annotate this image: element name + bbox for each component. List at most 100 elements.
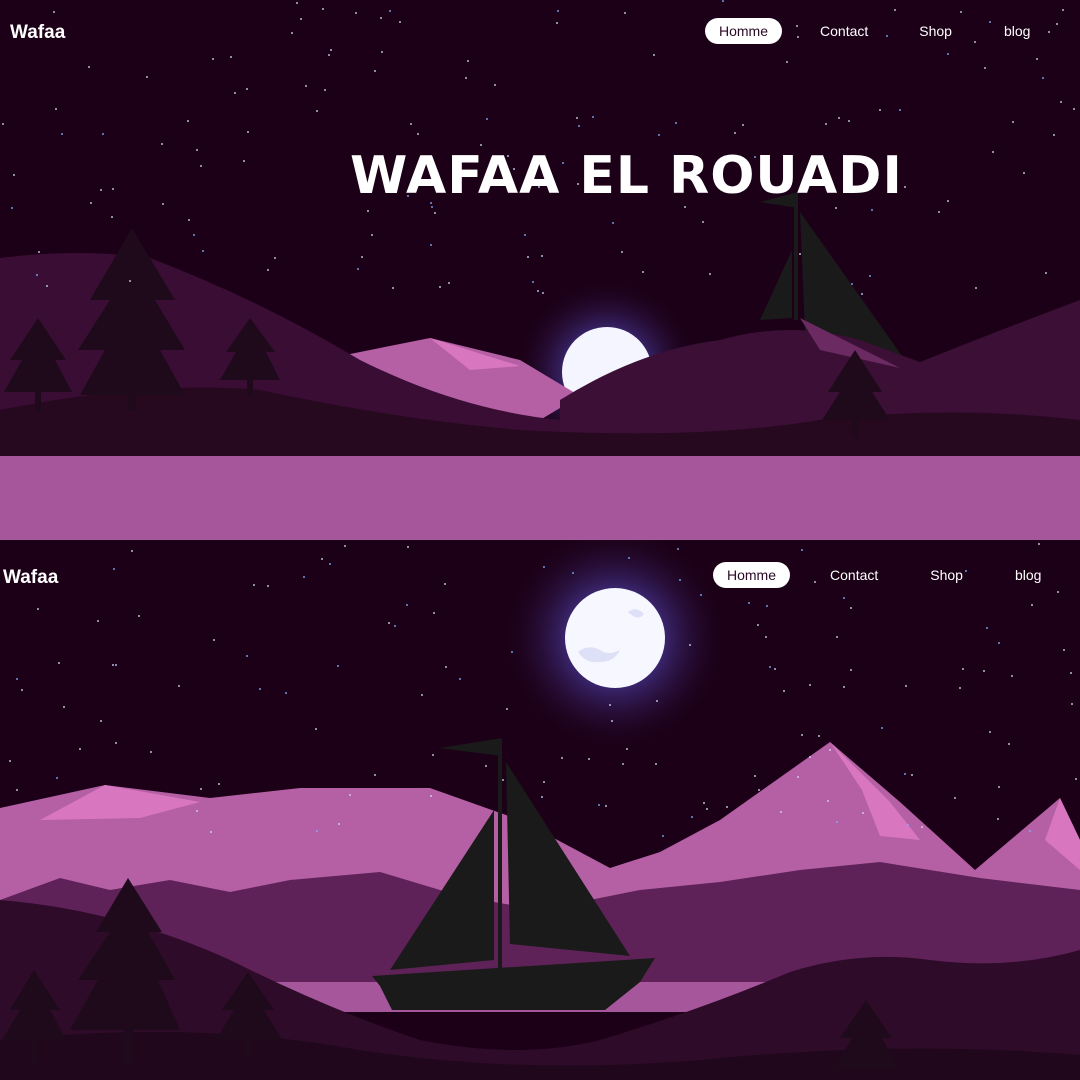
- brand-logo[interactable]: Wafaa: [3, 567, 58, 589]
- star: [162, 203, 164, 205]
- star: [465, 77, 467, 79]
- star: [316, 110, 318, 112]
- star: [801, 734, 803, 736]
- nav-link-blog[interactable]: blog: [1004, 23, 1030, 39]
- star: [389, 10, 391, 12]
- star: [524, 234, 526, 236]
- star: [905, 685, 907, 687]
- nav-link-blog[interactable]: blog: [1015, 567, 1041, 583]
- star: [113, 568, 115, 570]
- star: [592, 116, 594, 118]
- star: [322, 8, 324, 10]
- star: [578, 125, 580, 127]
- star: [658, 134, 660, 136]
- star: [838, 117, 840, 119]
- star: [187, 120, 189, 122]
- star: [300, 18, 302, 20]
- star: [303, 576, 305, 578]
- star: [485, 765, 487, 767]
- star: [1057, 591, 1059, 593]
- star: [267, 269, 269, 271]
- star: [611, 720, 613, 722]
- star: [851, 283, 853, 285]
- star: [801, 549, 803, 551]
- divider-band: [0, 456, 1080, 540]
- star: [1045, 272, 1047, 274]
- star: [986, 627, 988, 629]
- star: [79, 748, 81, 750]
- star: [406, 604, 408, 606]
- star: [850, 607, 852, 609]
- star: [511, 651, 513, 653]
- star: [200, 788, 202, 790]
- star: [90, 202, 92, 204]
- star: [911, 774, 913, 776]
- star: [689, 644, 691, 646]
- star: [407, 546, 409, 548]
- star: [11, 207, 13, 209]
- star: [869, 275, 871, 277]
- nav-link-shop[interactable]: Shop: [919, 23, 952, 39]
- star: [818, 735, 820, 737]
- star: [150, 751, 152, 753]
- star: [655, 763, 657, 765]
- star: [36, 274, 38, 276]
- star: [992, 151, 994, 153]
- star: [748, 602, 750, 604]
- star: [115, 742, 117, 744]
- star: [622, 763, 624, 765]
- star: [598, 804, 600, 806]
- star: [445, 666, 447, 668]
- star: [394, 625, 396, 627]
- star: [16, 678, 18, 680]
- star: [1008, 743, 1010, 745]
- star: [1063, 649, 1065, 651]
- star: [63, 706, 65, 708]
- nav-link-contact[interactable]: Contact: [820, 23, 868, 39]
- star: [758, 789, 760, 791]
- nav-link-contact[interactable]: Contact: [830, 567, 878, 583]
- star: [1070, 672, 1072, 674]
- star: [285, 692, 287, 694]
- star: [527, 256, 529, 258]
- star: [161, 143, 163, 145]
- star: [467, 60, 469, 62]
- star: [392, 287, 394, 289]
- star: [921, 826, 923, 828]
- star: [234, 92, 236, 94]
- star: [954, 797, 956, 799]
- nav-link-shop[interactable]: Shop: [930, 567, 963, 583]
- star: [612, 222, 614, 224]
- star: [959, 687, 961, 689]
- star: [722, 0, 724, 2]
- star: [267, 585, 269, 587]
- nav-link-homme[interactable]: Homme: [713, 562, 791, 588]
- star: [196, 149, 198, 151]
- star: [621, 251, 623, 253]
- star: [947, 53, 949, 55]
- star: [662, 835, 664, 837]
- star: [780, 811, 782, 813]
- star: [609, 704, 611, 706]
- star: [291, 32, 293, 34]
- hero-title: WAFAA EL ROUADI: [350, 146, 903, 206]
- star: [230, 56, 232, 58]
- star: [53, 11, 55, 13]
- star: [243, 160, 245, 162]
- star: [431, 206, 433, 208]
- brand-logo[interactable]: Wafaa: [10, 22, 65, 44]
- star: [871, 209, 873, 211]
- star: [675, 122, 677, 124]
- star: [835, 207, 837, 209]
- star: [561, 757, 563, 759]
- star: [246, 88, 248, 90]
- nav-link-homme[interactable]: Homme: [705, 18, 783, 44]
- star: [202, 250, 204, 252]
- star: [486, 118, 488, 120]
- main-nav: Homme Contact Shop blog: [713, 562, 1041, 588]
- star: [709, 273, 711, 275]
- star: [576, 117, 578, 119]
- star: [305, 85, 307, 87]
- star: [557, 10, 559, 12]
- night-landscape-illustration-full: [0, 540, 1080, 1080]
